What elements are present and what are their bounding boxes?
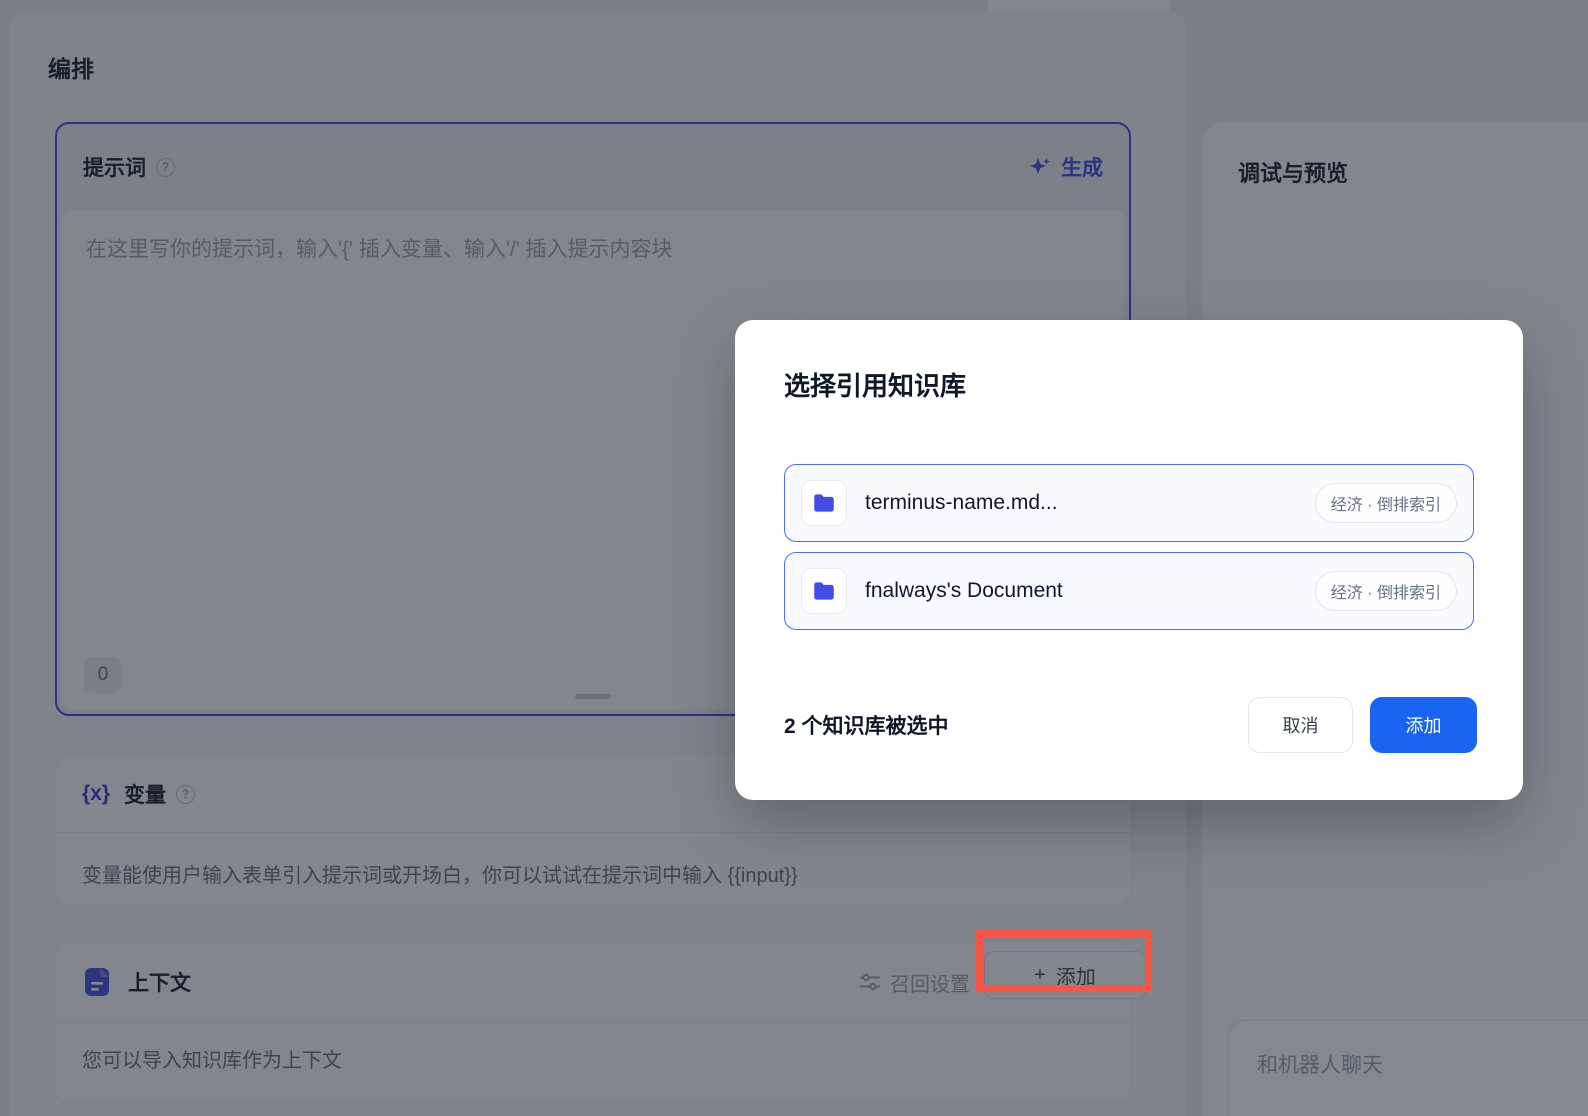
knowledge-item[interactable]: fnalways's Document 经济 · 倒排索引 <box>784 552 1474 630</box>
add-button[interactable]: 添加 <box>1370 697 1477 753</box>
knowledge-badge: 经济 · 倒排索引 <box>1315 483 1457 523</box>
knowledge-name: terminus-name.md... <box>865 491 1058 515</box>
modal-footer: 2 个知识库被选中 取消 添加 <box>784 697 1477 753</box>
selected-count: 2 个知识库被选中 <box>784 710 949 740</box>
folder-icon <box>801 480 847 526</box>
cancel-button[interactable]: 取消 <box>1248 697 1353 753</box>
app-screen: 编排 提示词 ? 生成 在这里写你的提示词，输入'{' 插入变量、输入'/' <box>0 0 1588 1116</box>
knowledge-item[interactable]: terminus-name.md... 经济 · 倒排索引 <box>784 464 1474 542</box>
knowledge-name: fnalways's Document <box>865 579 1063 603</box>
folder-icon <box>801 568 847 614</box>
select-knowledge-modal: 选择引用知识库 terminus-name.md... 经济 · 倒排索引 fn… <box>735 320 1523 800</box>
modal-title: 选择引用知识库 <box>784 366 966 403</box>
knowledge-badge: 经济 · 倒排索引 <box>1315 571 1457 611</box>
